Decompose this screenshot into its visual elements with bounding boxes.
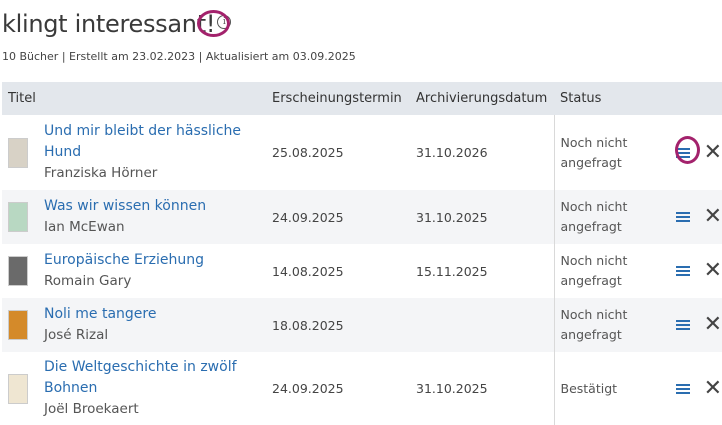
book-title-link[interactable]: Die Weltgeschichte in zwölf Bohnen	[44, 357, 266, 399]
book-cover[interactable]	[8, 137, 28, 168]
col-header-release[interactable]: Erscheinungstermin	[266, 82, 410, 115]
col-header-status[interactable]: Status	[554, 82, 673, 115]
highlight-circle-menu	[675, 136, 700, 164]
title-cell: Die Weltgeschichte in zwölf Bohnen Joël …	[2, 352, 266, 425]
release-date: 24.09.2025	[266, 190, 410, 244]
release-date: 18.08.2025	[266, 298, 410, 352]
title-cell: Europäische Erziehung Romain Gary	[2, 244, 266, 298]
book-table: Titel Erscheinungstermin Archivierungsda…	[2, 82, 722, 425]
close-icon[interactable]: ✕	[704, 206, 722, 228]
book-title-link[interactable]: Was wir wissen können	[44, 196, 266, 217]
archive-date: 31.10.2025	[410, 190, 554, 244]
book-cover[interactable]	[8, 373, 28, 404]
table-row: Noli me tangere José Rizal 18.08.2025 No…	[2, 298, 722, 352]
book-cover[interactable]	[8, 256, 28, 286]
title-cell: Noli me tangere José Rizal	[2, 298, 266, 352]
col-header-title[interactable]: Titel	[2, 82, 266, 115]
archive-date: 31.10.2026	[416, 145, 488, 160]
table-row: Die Weltgeschichte in zwölf Bohnen Joël …	[2, 352, 722, 425]
menu-icon[interactable]	[675, 318, 690, 332]
book-author: Ian McEwan	[44, 219, 125, 235]
close-icon[interactable]: ✕	[704, 260, 722, 282]
menu-icon[interactable]	[675, 382, 690, 396]
book-cover[interactable]	[8, 202, 28, 232]
status-text: Noch nicht angefragt	[553, 244, 673, 298]
close-icon[interactable]: ✕	[704, 314, 722, 336]
release-date: 24.09.2025	[272, 381, 344, 396]
release-date: 25.08.2025	[272, 145, 344, 160]
page-title-text: klingt interessant!	[2, 10, 216, 38]
book-author: Romain Gary	[44, 273, 132, 289]
menu-icon[interactable]	[675, 264, 690, 278]
actions-cell: ✕	[673, 190, 722, 244]
book-author: Joël Broekaert	[44, 401, 139, 417]
title-cell: Was wir wissen können Ian McEwan	[2, 190, 266, 244]
archive-date: 31.10.2025	[416, 381, 488, 396]
table-row: Europäische Erziehung Romain Gary 14.08.…	[2, 244, 722, 298]
status-text: Noch nicht angefragt	[553, 298, 673, 352]
col-header-actions	[673, 82, 722, 115]
book-author: Franziska Hörner	[44, 165, 158, 181]
close-icon[interactable]: ✕	[704, 377, 722, 400]
book-author: José Rizal	[44, 327, 109, 343]
book-cover[interactable]	[8, 310, 28, 340]
archive-date	[410, 298, 554, 352]
menu-icon[interactable]	[675, 210, 690, 224]
highlight-circle-info	[197, 10, 230, 37]
actions-cell: ✕	[673, 298, 722, 352]
actions-cell: ✕	[673, 352, 722, 425]
book-title-link[interactable]: Und mir bleibt der hässliche Hund	[44, 121, 266, 163]
list-meta: 10 Bücher | Erstellt am 23.02.2023 | Akt…	[2, 50, 356, 63]
book-title-link[interactable]: Europäische Erziehung	[44, 250, 266, 271]
status-text: Noch nicht angefragt	[553, 190, 673, 244]
archive-date: 15.11.2025	[416, 263, 488, 279]
status-text: Noch nicht angefragt	[553, 115, 673, 190]
actions-cell: ✕	[673, 244, 722, 298]
book-title-link[interactable]: Noli me tangere	[44, 304, 266, 325]
release-date: 14.08.2025	[272, 263, 344, 279]
table-header-row: Titel Erscheinungstermin Archivierungsda…	[2, 82, 722, 115]
close-icon[interactable]: ✕	[704, 141, 722, 164]
col-header-archive[interactable]: Archivierungsdatum	[410, 82, 554, 115]
table-row: Was wir wissen können Ian McEwan 24.09.2…	[2, 190, 722, 244]
status-text: Bestätigt	[553, 352, 673, 425]
table-row: Und mir bleibt der hässliche Hund Franzi…	[2, 115, 722, 190]
title-cell: Und mir bleibt der hässliche Hund Franzi…	[2, 115, 266, 190]
